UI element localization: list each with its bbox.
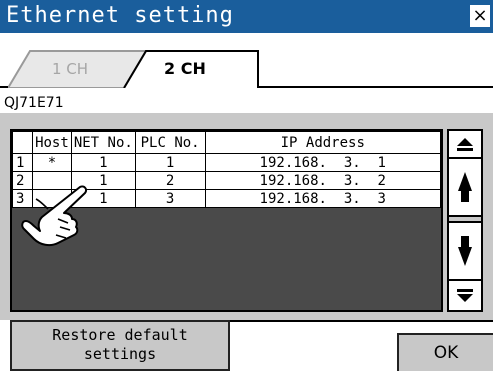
column-header-ip-address: IP Address — [204, 131, 442, 154]
host-cell[interactable]: * — [31, 153, 72, 172]
scrollbar[interactable] — [447, 129, 483, 312]
tab-2ch-label: 2 CH — [164, 59, 206, 78]
restore-default-button[interactable]: Restore default settings — [10, 320, 230, 371]
column-header-plc-no: PLC No. — [134, 131, 206, 154]
scroll-up-icon[interactable] — [449, 159, 481, 217]
tab-2ch[interactable]: 2 CH — [124, 51, 258, 88]
scroll-down-icon[interactable] — [449, 223, 481, 281]
plc-no-cell[interactable]: 3 — [134, 189, 206, 208]
button-bar: Restore default settings OK — [0, 320, 493, 371]
touch-hand-icon — [21, 185, 88, 247]
restore-label-line1: Restore default — [52, 326, 188, 344]
tab-strip: 1 CH 2 CH — [0, 33, 493, 88]
scroll-top-icon[interactable] — [449, 131, 481, 159]
close-icon[interactable]: × — [470, 5, 490, 27]
ip-address-cell[interactable]: 192.168. 3. 2 — [204, 171, 442, 190]
ip-address-cell[interactable]: 192.168. 3. 1 — [204, 153, 442, 172]
row-number: 1 — [12, 153, 33, 172]
title-bar: Ethernet setting × — [0, 0, 493, 33]
table-row[interactable]: 1 * 1 1 192.168. 3. 1 — [12, 153, 442, 172]
column-header-host: Host — [31, 131, 72, 154]
plc-no-cell[interactable]: 2 — [134, 171, 206, 190]
plc-no-cell[interactable]: 1 — [134, 153, 206, 172]
module-name: QJ71E71 — [4, 95, 64, 111]
restore-label-line2: settings — [83, 345, 157, 363]
divider — [230, 320, 493, 322]
net-no-cell[interactable]: 1 — [70, 153, 136, 172]
column-header-net-no: NET No. — [70, 131, 136, 154]
column-header — [12, 131, 33, 154]
ok-button[interactable]: OK — [397, 333, 493, 371]
table-header: Host NET No. PLC No. IP Address — [12, 131, 442, 154]
tab-1ch-label: 1 CH — [52, 60, 89, 78]
ip-address-cell[interactable]: 192.168. 3. 3 — [204, 189, 442, 208]
scroll-bottom-icon[interactable] — [449, 281, 481, 310]
window-title: Ethernet setting — [6, 3, 234, 28]
